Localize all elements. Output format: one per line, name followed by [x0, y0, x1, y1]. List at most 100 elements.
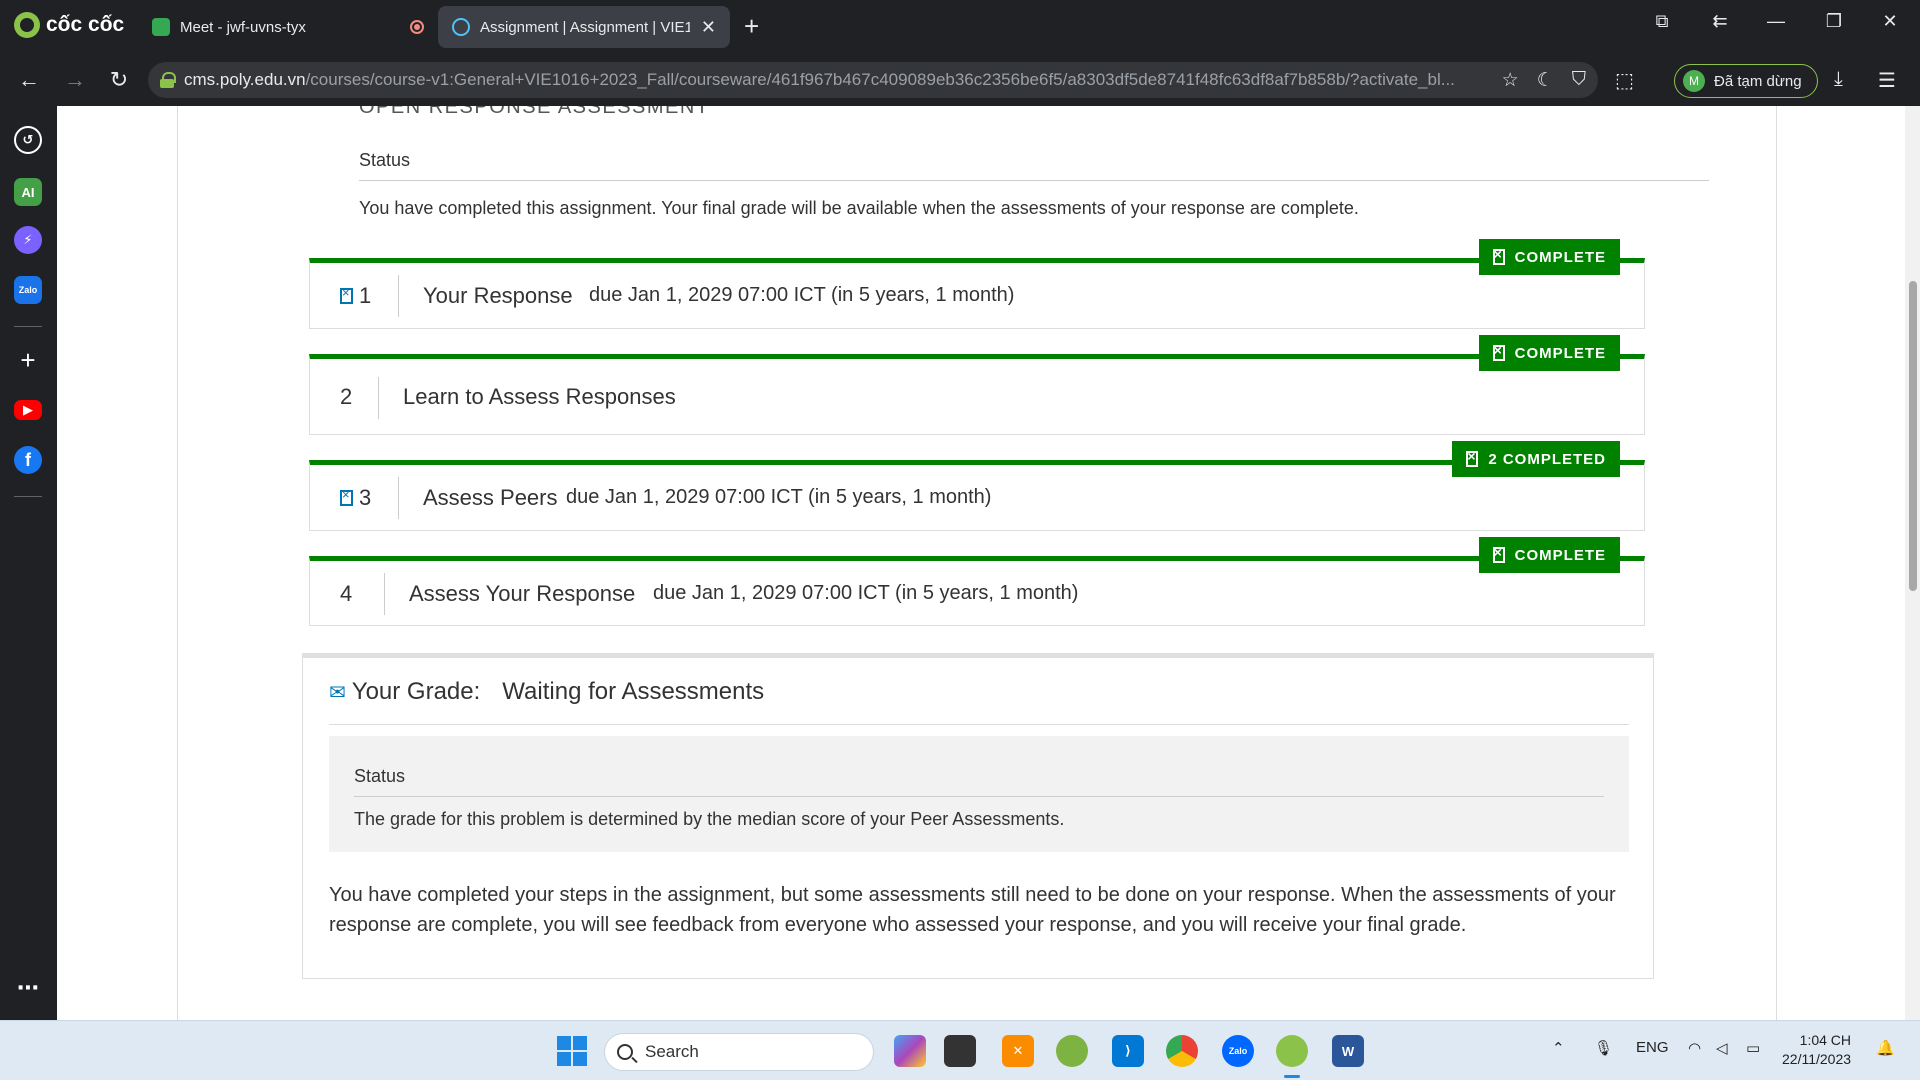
- step-title[interactable]: Assess Peers: [423, 485, 558, 511]
- grade-label: Your Grade:: [351, 678, 481, 705]
- download-icon[interactable]: ⤓: [1834, 68, 1843, 91]
- grade-header: ✉ Your Grade: Waiting for Assessments: [329, 678, 764, 706]
- extensions-icon[interactable]: ⬚: [1615, 68, 1634, 93]
- volume-icon[interactable]: ◁: [1716, 1039, 1728, 1057]
- status-message: You have completed this assignment. Your…: [359, 198, 1359, 218]
- recording-icon: [410, 20, 424, 34]
- address-bar[interactable]: cms.poly.edu.vn/courses/course-v1:Genera…: [148, 62, 1598, 98]
- step-title[interactable]: Your Response: [423, 283, 573, 309]
- browser-brand-label: cốc cốc: [46, 13, 125, 36]
- url-text[interactable]: cms.poly.edu.vn/courses/course-v1:Genera…: [184, 70, 1484, 90]
- new-tab-button[interactable]: +: [744, 12, 759, 40]
- add-icon[interactable]: +: [14, 345, 42, 375]
- vscode-icon[interactable]: ⟩: [1112, 1035, 1144, 1067]
- step-title[interactable]: Assess Your Response: [409, 581, 635, 607]
- tab-assignment[interactable]: Assignment | Assignment | VIE1( ✕: [438, 6, 730, 48]
- back-button[interactable]: ←: [14, 66, 44, 96]
- history-icon[interactable]: ↺: [14, 126, 42, 154]
- step-due-date: due Jan 1, 2029 07:00 ICT (in 5 years, 1…: [653, 582, 1079, 604]
- wifi-icon[interactable]: ◠: [1688, 1039, 1701, 1057]
- taskbar-search[interactable]: Search: [604, 1033, 874, 1071]
- task-view-icon[interactable]: [944, 1035, 976, 1067]
- step-learn-to-assess[interactable]: COMPLETE 2 Learn to Assess Responses: [309, 335, 1645, 435]
- browser-tab-strip: cốc cốc Meet - jwf-uvns-tyx Assignment |…: [0, 0, 1920, 54]
- step-your-response[interactable]: COMPLETE 1 Your Response due Jan 1, 2029…: [309, 239, 1645, 329]
- step-title[interactable]: Learn to Assess Responses: [403, 384, 676, 410]
- divider: [398, 477, 399, 519]
- step-number: 2: [340, 384, 353, 409]
- active-app-indicator: [1284, 1075, 1300, 1078]
- start-button[interactable]: [556, 1035, 588, 1067]
- chrome-icon[interactable]: [1166, 1035, 1198, 1067]
- bookmark-star-icon[interactable]: ☆: [1502, 69, 1519, 92]
- search-icon: [617, 1044, 633, 1060]
- menu-icon[interactable]: ☰: [1878, 68, 1896, 93]
- messenger-icon[interactable]: ⚡: [14, 226, 42, 254]
- more-icon[interactable]: ⋯: [14, 974, 42, 1002]
- divider: [359, 180, 1709, 181]
- notification-icon[interactable]: 🔔: [1876, 1039, 1895, 1057]
- step-number: 1: [340, 283, 371, 309]
- page-viewport: OPEN RESPONSE ASSESSMENT Status You have…: [57, 106, 1905, 1020]
- status-badge: 2 COMPLETED: [1452, 441, 1620, 477]
- status-badge: COMPLETE: [1478, 335, 1620, 371]
- close-tab-icon[interactable]: ✕: [701, 17, 716, 38]
- restore-button[interactable]: ❐: [1814, 8, 1854, 34]
- hourglass-icon: [1466, 448, 1479, 467]
- divider: [329, 724, 1629, 725]
- dark-mode-icon[interactable]: ☾: [1537, 69, 1554, 92]
- google-meet-icon: [152, 18, 170, 36]
- scrollbar-thumb[interactable]: [1909, 281, 1917, 591]
- step-assess-your-response[interactable]: COMPLETE 4 Assess Your Response due Jan …: [309, 537, 1645, 626]
- grade-status-text: The grade for this problem is determined…: [354, 809, 1065, 829]
- minimize-button[interactable]: —: [1756, 8, 1796, 34]
- clock-time: 1:04 CH: [1799, 1032, 1852, 1048]
- status-heading: Status: [359, 150, 411, 170]
- profile-status: Đã tạm dừng: [1714, 72, 1802, 90]
- system-clock[interactable]: 1:04 CH 22/11/2023: [1782, 1031, 1851, 1069]
- zalo-app-icon[interactable]: Zalo: [1222, 1035, 1254, 1067]
- ai-icon[interactable]: AI: [14, 178, 42, 206]
- forward-button[interactable]: →: [60, 66, 90, 96]
- copilot-icon[interactable]: [894, 1035, 926, 1067]
- page-scrollbar[interactable]: [1905, 106, 1920, 1020]
- microphone-icon[interactable]: 🎙: [1594, 1039, 1613, 1057]
- facebook-icon[interactable]: f: [14, 446, 42, 474]
- browser-brand[interactable]: cốc cốc: [14, 12, 124, 38]
- step-number: 3: [340, 485, 371, 511]
- lock-icon[interactable]: [160, 72, 176, 88]
- coccoc-logo-icon: [14, 12, 40, 38]
- zalo-icon[interactable]: Zalo: [14, 276, 42, 304]
- step-due-date: due Jan 1, 2029 07:00 ICT (in 5 years, 1…: [566, 486, 992, 508]
- grade-status-panel: Status The grade for this problem is det…: [329, 736, 1629, 852]
- word-icon[interactable]: W: [1332, 1035, 1364, 1067]
- hourglass-icon: [340, 487, 353, 506]
- clock-date: 22/11/2023: [1782, 1051, 1852, 1067]
- status-badge: COMPLETE: [1478, 239, 1620, 275]
- youtube-icon[interactable]: ▶: [14, 400, 42, 420]
- grade-status: Waiting for Assessments: [502, 678, 765, 705]
- shield-icon[interactable]: ⛉: [1572, 69, 1586, 91]
- step-number: 4: [340, 581, 353, 606]
- coccoc-profile-app-icon[interactable]: [1276, 1035, 1308, 1067]
- xampp-icon[interactable]: ✕: [1002, 1035, 1034, 1067]
- hourglass-icon: [1492, 342, 1505, 361]
- grade-message: You have completed your steps in the ass…: [329, 884, 1616, 936]
- screenshot-icon[interactable]: ⧉: [1642, 8, 1682, 34]
- battery-icon[interactable]: ▭: [1746, 1039, 1760, 1057]
- envelope-icon: ✉: [329, 681, 346, 704]
- divider: [354, 796, 1604, 797]
- coccoc-app-icon[interactable]: [1056, 1035, 1088, 1067]
- reload-button[interactable]: ↻: [104, 66, 134, 96]
- profile-button[interactable]: M Đã tạm dừng: [1674, 64, 1818, 98]
- tab-search-icon[interactable]: ⇇: [1700, 8, 1740, 34]
- divider: [378, 377, 379, 419]
- language-indicator[interactable]: ENG: [1636, 1039, 1669, 1056]
- hourglass-icon: [1492, 246, 1505, 265]
- close-window-button[interactable]: ✕: [1870, 8, 1910, 34]
- sidebar-divider: [14, 496, 42, 497]
- windows-taskbar: Search ✕ ⟩ Zalo W ⌃ 🎙 ENG ◠ ◁ ▭ 1:04 CH …: [0, 1020, 1920, 1080]
- tab-meet[interactable]: Meet - jwf-uvns-tyx: [138, 6, 438, 48]
- step-assess-peers[interactable]: 2 COMPLETED 3 Assess Peers due Jan 1, 20…: [309, 441, 1645, 531]
- show-hidden-icons-icon[interactable]: ⌃: [1552, 1039, 1565, 1057]
